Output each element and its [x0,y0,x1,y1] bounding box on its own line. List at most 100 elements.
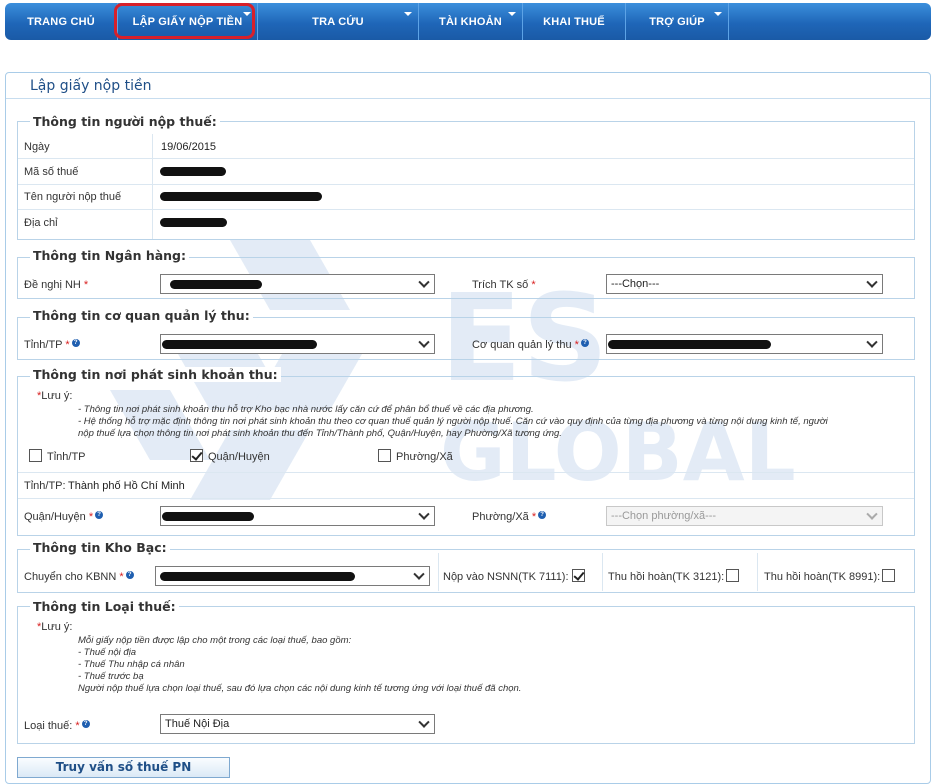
help-icon[interactable]: ? [125,571,134,579]
redacted-treasury [160,572,355,581]
column-divider [438,553,439,591]
redacted-tax-code [160,167,226,176]
taxtype-note-line4: - Thuế trước bạ [78,671,144,682]
query-tax-button[interactable]: Truy vấn số thuế PN [17,757,230,778]
chevron-down-icon [866,508,878,520]
origin-province-label: Tỉnh/TP: [24,480,66,492]
tax-type-label: Loại thuế: *? [24,720,90,732]
taxtype-note-line2: - Thuế nội địa [78,647,137,658]
taxtype-note-title-text: Lưu ý: [41,621,73,633]
nav-home[interactable]: TRANG CHỦ [5,3,118,40]
tax-type-select-value: Thuế Nội Địa [165,718,230,730]
bank-label: Đề nghị NH * [24,279,88,291]
date-label: Ngày [24,141,50,153]
province-option-label: Tỉnh/TP [47,451,86,463]
help-icon[interactable]: ? [538,511,547,519]
treasury-legend: Thông tin Kho Bạc: [30,540,170,555]
chevron-down-icon [418,336,430,348]
date-value: 19/06/2015 [161,141,217,153]
taxtype-note-title: *Lưu ý: [37,621,73,633]
tax-type-select[interactable]: Thuế Nội Địa [160,714,435,734]
active-menu-highlight [114,3,255,39]
required-mark: * [119,571,124,583]
redacted-bank [170,280,262,289]
origin-province-value: Thành phố Hồ Chí Minh [68,480,185,492]
nav-home-label: TRANG CHỦ [27,15,95,28]
ward-checkbox[interactable] [378,449,391,462]
ward-option-label: Phường/Xã [396,451,453,463]
authority-province-label: Tỉnh/TP *? [24,339,80,351]
district-checkbox[interactable] [190,449,203,462]
ward-label: Phường/Xã *? [472,511,547,523]
refund-8991-label: Thu hồi hoàn(TK 8991): [764,571,881,583]
bank-label-text: Đề nghị NH [24,279,81,291]
taxtype-note-line3: - Thuế Thu nhập cá nhân [78,659,185,670]
origin-note-title-text: Lưu ý: [41,390,73,402]
page-title: Lập giấy nộp tiền [30,78,152,94]
origin-note-line3: nộp thuế lựa chọn thông tin nơi phát sin… [78,428,562,439]
account-select-value: ---Chọn--- [611,278,660,290]
account-select[interactable]: ---Chọn--- [606,274,883,294]
taxpayer-legend: Thông tin người nộp thuế: [30,114,220,129]
help-icon[interactable]: ? [95,511,104,519]
chevron-down-icon [418,508,430,520]
authority-legend: Thông tin cơ quan quản lý thu: [30,308,253,323]
column-divider [757,553,758,591]
nsnn-label: Nộp vào NSNN(TK 7111): [443,571,569,583]
taxtype-note-line5: Người nộp thuế lựa chọn loại thuế, sau đ… [78,683,522,694]
authority-province-label-text: Tỉnh/TP [24,339,63,351]
taxpayer-section [17,121,915,240]
agency-label-text: Cơ quan quản lý thu [472,339,572,351]
origin-note-line1: - Thông tin nơi phát sinh khoản thu hỗ t… [78,404,534,415]
chevron-down-icon [404,12,412,16]
agency-label: Cơ quan quản lý thu *? [472,339,589,351]
nav-account[interactable]: TÀI KHOẢN [419,3,523,40]
required-mark: * [531,279,536,291]
chevron-down-icon [418,276,430,288]
column-divider [152,134,153,239]
chevron-down-icon [714,12,722,16]
district-label-text: Quận/Huyện [24,511,86,523]
redacted-district [162,512,254,521]
taxtype-note-line1: Mỗi giấy nộp tiền được lập cho một trong… [78,635,352,646]
redacted-address [160,218,227,227]
required-mark: * [531,511,537,523]
transfer-label-text: Chuyển cho KBNN [24,571,117,583]
refund-3121-checkbox[interactable] [726,569,739,582]
taxtype-legend: Thông tin Loại thuế: [30,599,179,614]
nav-declare-tax[interactable]: KHAI THUẾ [523,3,626,40]
nsnn-checkbox[interactable] [572,569,585,582]
account-label: Trích TK số * [472,279,536,291]
redacted-province [162,340,317,349]
redacted-agency [608,340,771,349]
redacted-taxpayer-name [160,192,322,201]
chevron-down-icon [418,716,430,728]
bank-legend: Thông tin Ngân hàng: [30,248,189,263]
required-mark: * [88,511,94,523]
required-mark: * [75,720,80,732]
nav-lookup-label: TRA CỨU [312,15,364,28]
province-checkbox[interactable] [29,449,42,462]
nav-help-label: TRỢ GIÚP [649,15,705,28]
column-divider [602,553,603,591]
refund-3121-label: Thu hồi hoàn(TK 3121): [608,571,725,583]
title-divider [6,98,930,99]
nav-declare-tax-label: KHAI THUẾ [543,15,605,28]
account-label-text: Trích TK số [472,279,529,291]
chevron-down-icon [413,568,425,580]
help-icon[interactable]: ? [580,339,589,347]
nav-lookup[interactable]: TRA CỨU [258,3,419,40]
help-icon[interactable]: ? [71,339,80,347]
refund-8991-checkbox[interactable] [882,569,895,582]
chevron-down-icon [508,12,516,16]
nav-help[interactable]: TRỢ GIÚP [626,3,729,40]
ward-select-value: ---Chọn phường/xã--- [611,510,717,522]
district-label: Quận/Huyện *? [24,511,104,523]
help-icon[interactable]: ? [81,720,90,728]
origin-legend: Thông tin nơi phát sinh khoản thu: [30,367,281,382]
ward-label-text: Phường/Xã [472,511,529,523]
tax-type-label-text: Loại thuế: [24,720,73,732]
ward-select[interactable]: ---Chọn phường/xã--- [606,506,883,526]
required-mark: * [574,339,579,351]
nav-account-label: TÀI KHOẢN [439,15,502,28]
